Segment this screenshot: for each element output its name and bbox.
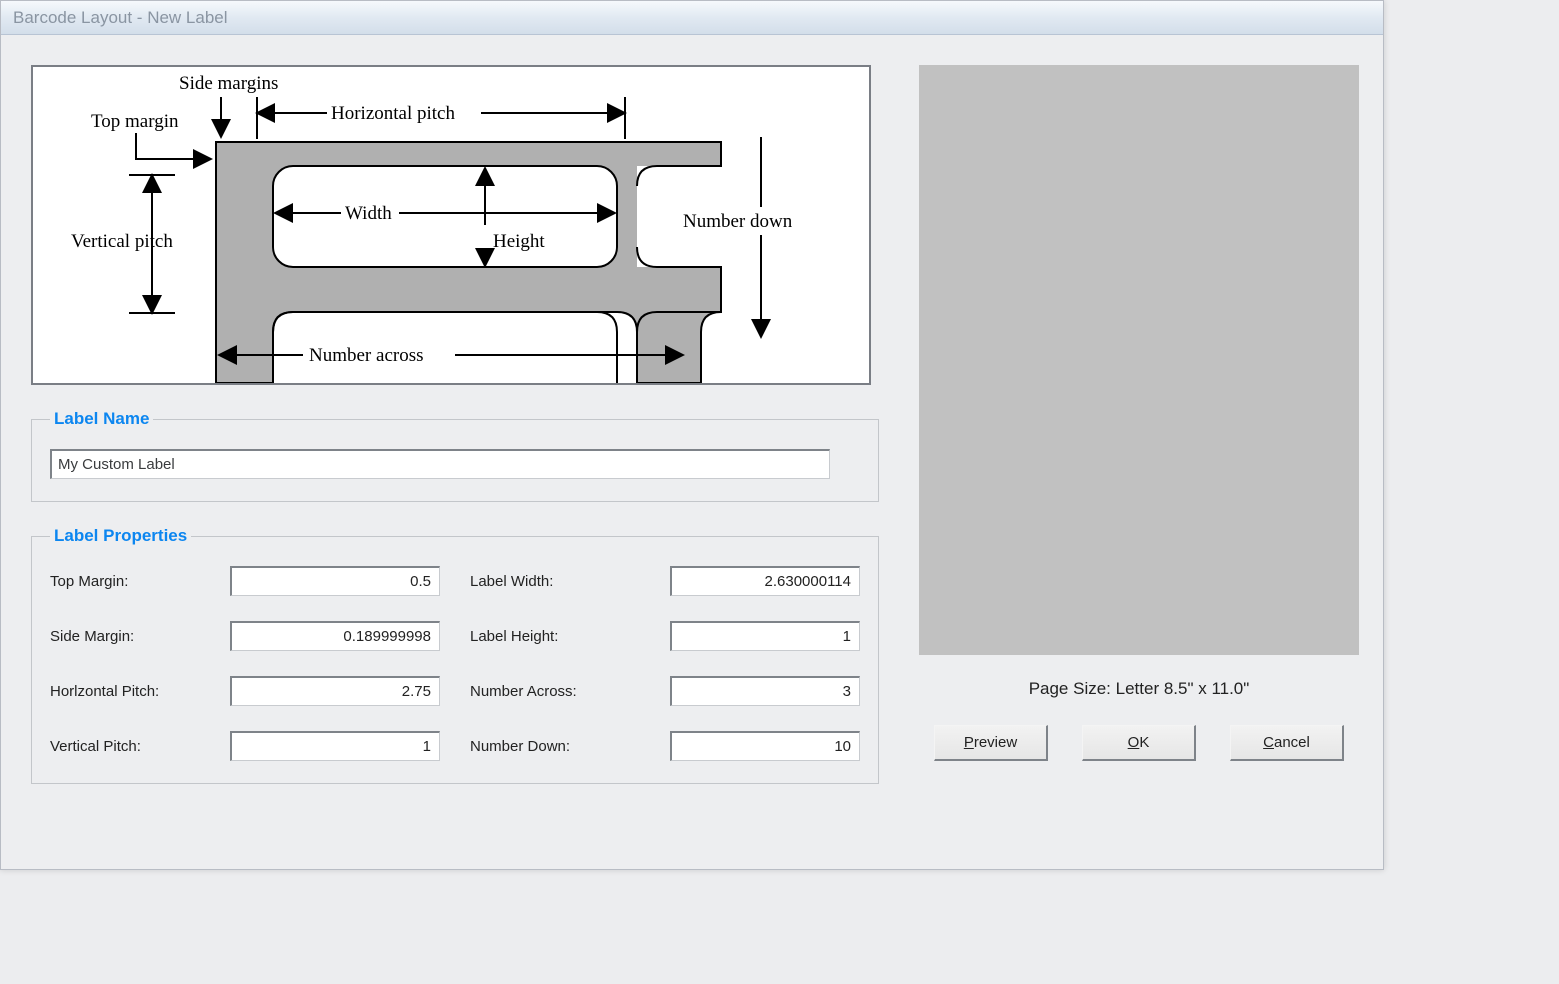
input-label-height[interactable]	[670, 621, 860, 651]
diagram-label-top-margin: Top margin	[91, 111, 179, 132]
diagram-label-number-down: Number down	[683, 211, 793, 232]
input-label-width[interactable]	[670, 566, 860, 596]
label-vertical-pitch: Vertical Pitch:	[50, 738, 200, 755]
layout-diagram: Side margins Top margin Horizontal pitch…	[31, 65, 871, 385]
diagram-label-vertical-pitch: Vertical pitch	[71, 231, 173, 252]
fieldset-label-properties: Label Properties Top Margin: Label Width…	[31, 526, 879, 784]
titlebar: Barcode Layout - New Label	[1, 1, 1383, 35]
input-number-down[interactable]	[670, 731, 860, 761]
input-horizontal-pitch[interactable]	[230, 676, 440, 706]
dialog-content: Side margins Top margin Horizontal pitch…	[1, 35, 1383, 804]
fieldset-label-name: Label Name	[31, 409, 879, 502]
label-label-height: Label Height:	[470, 628, 640, 645]
cancel-button[interactable]: Cancel	[1230, 725, 1344, 761]
window-title: Barcode Layout - New Label	[13, 8, 228, 28]
diagram-label-side-margins: Side margins	[179, 73, 278, 94]
label-side-margin: Side Margin:	[50, 628, 200, 645]
ok-button[interactable]: OK	[1082, 725, 1196, 761]
diagram-label-height: Height	[493, 231, 545, 252]
input-side-margin[interactable]	[230, 621, 440, 651]
label-top-margin: Top Margin:	[50, 573, 200, 590]
page-size-text: Page Size: Letter 8.5" x 11.0"	[1029, 679, 1250, 699]
input-top-margin[interactable]	[230, 566, 440, 596]
diagram-label-width: Width	[345, 203, 392, 224]
preview-panel	[919, 65, 1359, 655]
input-vertical-pitch[interactable]	[230, 731, 440, 761]
input-number-across[interactable]	[670, 676, 860, 706]
diagram-label-number-across: Number across	[309, 345, 424, 366]
dialog-window: Barcode Layout - New Label	[0, 0, 1384, 870]
right-column: Page Size: Letter 8.5" x 11.0" Preview O…	[919, 65, 1359, 784]
label-number-across: Number Across:	[470, 683, 640, 700]
label-horizontal-pitch: Horlzontal Pitch:	[50, 683, 200, 700]
label-label-width: Label Width:	[470, 573, 640, 590]
preview-button[interactable]: Preview	[934, 725, 1048, 761]
left-column: Side margins Top margin Horizontal pitch…	[31, 65, 879, 784]
label-number-down: Number Down:	[470, 738, 640, 755]
legend-label-properties: Label Properties	[50, 526, 191, 546]
legend-label-name: Label Name	[50, 409, 153, 429]
diagram-label-horizontal-pitch: Horizontal pitch	[331, 103, 455, 124]
label-name-input[interactable]	[50, 449, 830, 479]
